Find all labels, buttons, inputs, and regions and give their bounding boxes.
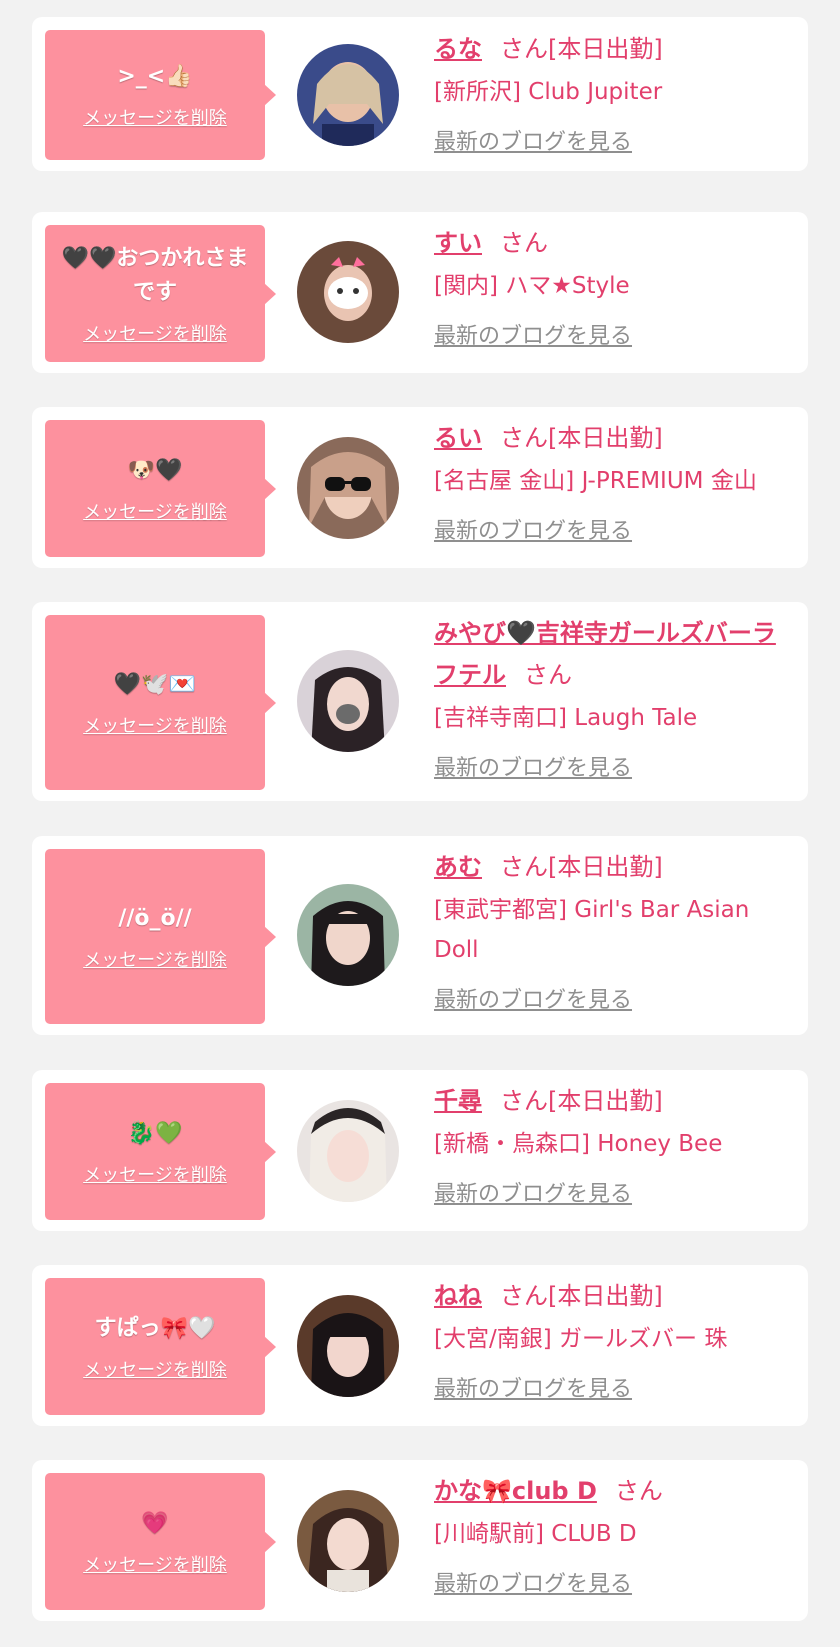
delete-message-link[interactable]: メッセージを削除	[83, 498, 227, 524]
avatar[interactable]	[297, 44, 399, 146]
latest-blog-link[interactable]: 最新のブログを見る	[434, 750, 632, 782]
message-bubble: 🖤🖤おつかれさまです メッセージを削除	[45, 225, 276, 362]
work-status: [本日出勤]	[548, 853, 663, 881]
message-text: すぱっ🎀🤍	[94, 1315, 216, 1341]
avatar[interactable]	[297, 1295, 399, 1397]
honorific: さん	[500, 229, 548, 257]
avatar[interactable]	[297, 1100, 399, 1202]
message-text: //ö_ö//	[118, 905, 192, 931]
girl-info: るな さん[本日出勤] [新所沢] Club Jupiter 最新のブログを見る	[434, 28, 798, 156]
honorific: さん	[524, 661, 572, 689]
avatar[interactable]	[297, 884, 399, 986]
delete-message-link[interactable]: メッセージを削除	[83, 104, 227, 130]
message-text: 🐶🖤	[127, 457, 183, 483]
name-line: かな🎀club D さん	[434, 1470, 798, 1512]
message-card: 🖤🖤おつかれさまです メッセージを削除 すい さん [関内] ハマ★Style 最…	[32, 212, 808, 373]
girl-name-link[interactable]: るい	[434, 424, 482, 452]
girl-name-link[interactable]: あむ	[434, 853, 482, 881]
girl-info: ねね さん[本日出勤] [大宮/南銀] ガールズバー 珠 最新のブログを見る	[434, 1275, 798, 1403]
work-status: [本日出勤]	[548, 1282, 663, 1310]
girl-info: るい さん[本日出勤] [名古屋 金山] J-PREMIUM 金山 最新のブログを…	[434, 417, 798, 545]
avatar[interactable]	[297, 437, 399, 539]
message-card: 🖤🕊️💌 メッセージを削除 みやび🖤吉祥寺ガールズバーラフテル さん [吉祥寺南口…	[32, 602, 808, 801]
message-bubble: すぱっ🎀🤍 メッセージを削除	[45, 1278, 276, 1415]
message-bubble: 🐶🖤 メッセージを削除	[45, 420, 276, 557]
message-card: すぱっ🎀🤍 メッセージを削除 ねね さん[本日出勤] [大宮/南銀] ガールズバー…	[32, 1265, 808, 1426]
name-line: るな さん[本日出勤]	[434, 28, 798, 70]
honorific: さん	[500, 1282, 548, 1310]
girl-info: みやび🖤吉祥寺ガールズバーラフテル さん [吉祥寺南口] Laugh Tale 最…	[434, 612, 798, 782]
latest-blog-link[interactable]: 最新のブログを見る	[434, 1566, 632, 1598]
name-line: あむ さん[本日出勤]	[434, 846, 798, 888]
latest-blog-link[interactable]: 最新のブログを見る	[434, 982, 632, 1014]
delete-message-link[interactable]: メッセージを削除	[83, 1356, 227, 1382]
name-line: るい さん[本日出勤]	[434, 417, 798, 459]
girl-info: 千尋 さん[本日出勤] [新橋・烏森口] Honey Bee 最新のブログを見る	[434, 1080, 798, 1208]
shop-label: [関内] ハマ★Style	[434, 273, 630, 299]
name-line: 千尋 さん[本日出勤]	[434, 1080, 798, 1122]
name-line: すい さん	[434, 222, 798, 264]
honorific: さん	[500, 853, 548, 881]
name-line: ねね さん[本日出勤]	[434, 1275, 798, 1317]
girl-name-link[interactable]: みやび🖤吉祥寺ガールズバーラフテル	[434, 619, 776, 689]
message-text: 🐉💚	[127, 1120, 183, 1146]
avatar[interactable]	[297, 241, 399, 343]
delete-message-link[interactable]: メッセージを削除	[83, 1551, 227, 1577]
delete-message-link[interactable]: メッセージを削除	[83, 320, 227, 346]
latest-blog-link[interactable]: 最新のブログを見る	[434, 513, 632, 545]
work-status: [本日出勤]	[548, 424, 663, 452]
message-text: >_<👍🏻	[117, 64, 193, 89]
message-text: 🖤🕊️💌	[113, 671, 197, 697]
girl-name-link[interactable]: るな	[434, 35, 482, 63]
work-status: [本日出勤]	[548, 35, 663, 63]
girl-info: あむ さん[本日出勤] [東武宇都宮] Girl's Bar Asian Doll…	[434, 846, 798, 1014]
message-card: >_<👍🏻 メッセージを削除 るな さん[本日出勤] [新所沢] Club Jup…	[32, 17, 808, 171]
latest-blog-link[interactable]: 最新のブログを見る	[434, 1176, 632, 1208]
shop-label: [東武宇都宮] Girl's Bar Asian Doll	[434, 897, 750, 963]
honorific: さん	[500, 1087, 548, 1115]
latest-blog-link[interactable]: 最新のブログを見る	[434, 1371, 632, 1403]
message-card: //ö_ö// メッセージを削除 あむ さん[本日出勤] [東武宇都宮] Girl…	[32, 836, 808, 1035]
shop-label: [大宮/南銀] ガールズバー 珠	[434, 1326, 728, 1352]
honorific: さん	[500, 424, 548, 452]
message-bubble: 🖤🕊️💌 メッセージを削除	[45, 615, 276, 790]
shop-label: [吉祥寺南口] Laugh Tale	[434, 705, 698, 731]
message-text: 🖤🖤おつかれさまです	[61, 245, 249, 305]
girl-name-link[interactable]: 千尋	[434, 1087, 482, 1115]
girl-name-link[interactable]: かな🎀club D	[434, 1477, 597, 1505]
avatar[interactable]	[297, 1490, 399, 1592]
latest-blog-link[interactable]: 最新のブログを見る	[434, 318, 632, 350]
message-bubble: 💗 メッセージを削除	[45, 1473, 276, 1610]
message-bubble: //ö_ö// メッセージを削除	[45, 849, 276, 1024]
message-bubble: >_<👍🏻 メッセージを削除	[45, 30, 276, 160]
girl-name-link[interactable]: ねね	[434, 1282, 482, 1310]
girl-info: すい さん [関内] ハマ★Style 最新のブログを見る	[434, 222, 798, 350]
delete-message-link[interactable]: メッセージを削除	[83, 1161, 227, 1187]
delete-message-link[interactable]: メッセージを削除	[83, 712, 227, 738]
name-line: みやび🖤吉祥寺ガールズバーラフテル さん	[434, 612, 798, 696]
message-card: 🐶🖤 メッセージを削除 るい さん[本日出勤] [名古屋 金山] J-PREMIU…	[32, 407, 808, 568]
girl-name-link[interactable]: すい	[434, 229, 482, 257]
shop-label: [新所沢] Club Jupiter	[434, 79, 663, 105]
latest-blog-link[interactable]: 最新のブログを見る	[434, 124, 632, 156]
message-card: 🐉💚 メッセージを削除 千尋 さん[本日出勤] [新橋・烏森口] Honey Be…	[32, 1070, 808, 1231]
work-status: [本日出勤]	[548, 1087, 663, 1115]
girl-info: かな🎀club D さん [川崎駅前] CLUB D 最新のブログを見る	[434, 1470, 798, 1598]
avatar[interactable]	[297, 650, 399, 752]
honorific: さん	[500, 35, 548, 63]
shop-label: [新橋・烏森口] Honey Bee	[434, 1131, 723, 1157]
shop-label: [名古屋 金山] J-PREMIUM 金山	[434, 468, 757, 494]
message-text: 💗	[141, 1510, 169, 1536]
delete-message-link[interactable]: メッセージを削除	[83, 946, 227, 972]
message-card: 💗 メッセージを削除 かな🎀club D さん [川崎駅前] CLUB D 最新の…	[32, 1460, 808, 1621]
message-bubble: 🐉💚 メッセージを削除	[45, 1083, 276, 1220]
shop-label: [川崎駅前] CLUB D	[434, 1521, 637, 1547]
honorific: さん	[614, 1477, 663, 1505]
